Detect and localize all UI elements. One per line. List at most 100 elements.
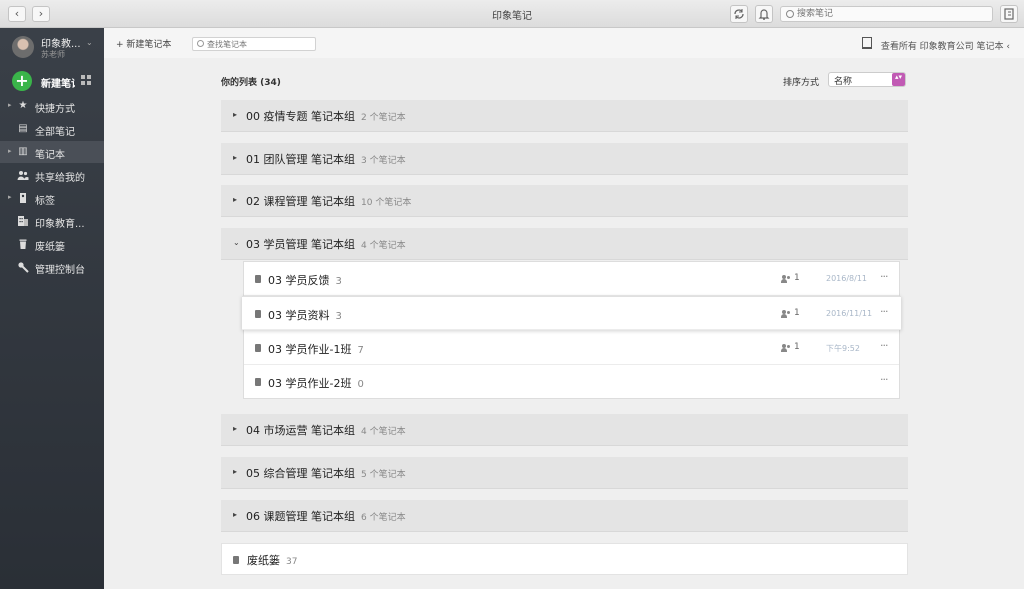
sync-button[interactable] <box>730 5 748 23</box>
people-icon <box>781 310 791 318</box>
building-icon <box>17 215 29 227</box>
stack-name: 02 课程管理 笔记本组 10 个笔记本 <box>246 195 412 208</box>
stack-count: 10 个笔记本 <box>361 198 412 208</box>
notebook-count: 7 <box>357 345 364 356</box>
notebook-row[interactable]: 03 学员反馈 3 1 2016/8/11 ··· <box>244 262 899 296</box>
stack-name: 05 综合管理 笔记本组 5 个笔记本 <box>246 467 406 480</box>
sidebar-item-label: 共享给我的 <box>35 173 85 184</box>
notebook-icon <box>255 378 261 386</box>
view-all-link[interactable]: 查看所有 印象教育公司 笔记本 ‹ <box>881 39 1010 52</box>
sidebar-item-shared[interactable]: 共享给我的 <box>0 164 104 186</box>
stack-name: 06 课题管理 笔记本组 6 个笔记本 <box>246 510 406 523</box>
sidebar-item-notebooks[interactable]: ▸ ▥ 笔记本 <box>0 141 104 163</box>
caret-right-icon[interactable]: ▸ <box>8 101 12 109</box>
avatar[interactable] <box>12 36 34 58</box>
notebook-name: 03 学员反馈 3 <box>268 274 342 287</box>
people-icon <box>17 169 29 181</box>
stack-count: 3 个笔记本 <box>361 156 406 166</box>
notebook-row[interactable]: 03 学员作业-2班 0 ··· <box>244 365 899 399</box>
more-icon[interactable]: ··· <box>880 373 888 386</box>
notebook-row[interactable]: 03 学员作业-1班 7 1 下午9:52 ··· <box>244 331 899 365</box>
sidebar-item-label: 快捷方式 <box>35 104 75 115</box>
sidebar-item-shortcuts[interactable]: ▸ ★ 快捷方式 <box>0 95 104 117</box>
sidebar-item-trash[interactable]: 废纸篓 <box>0 233 104 255</box>
sidebar-item-label: 废纸篓 <box>35 242 65 253</box>
bell-icon <box>758 9 770 20</box>
sidebar: 印象教... 苏老师 ⌄ + 新建笔记 ▸ ★ 快捷方式 ▤ 全部笔记 ▸ ▥ … <box>0 28 104 589</box>
trash-icon <box>17 238 29 250</box>
stack-count: 4 个笔记本 <box>361 241 406 251</box>
notebook-date: 下午9:52 <box>826 344 860 353</box>
notebook-name: 03 学员作业-1班 7 <box>268 343 364 356</box>
notebook-date: 2016/8/11 <box>826 274 868 283</box>
wrench-icon <box>17 261 29 273</box>
notebook-icon: ▥ <box>18 146 28 157</box>
caret-right-icon[interactable]: ▸ <box>8 147 12 155</box>
account-menu-button[interactable] <box>1000 5 1018 23</box>
stack-name: 04 市场运营 笔记本组 4 个笔记本 <box>246 424 406 437</box>
note-search[interactable] <box>780 6 993 22</box>
sidebar-item-tags[interactable]: ▸ 标签 <box>0 187 104 209</box>
more-icon[interactable]: ··· <box>880 270 888 283</box>
trash-name: 废纸篓 37 <box>247 554 298 567</box>
notebook-stack[interactable]: ▸ 01 团队管理 笔记本组 3 个笔记本 <box>221 143 908 175</box>
stack-name: 03 学员管理 笔记本组 4 个笔记本 <box>246 238 406 251</box>
caret-right-icon[interactable]: ▸ <box>233 110 237 119</box>
star-icon: ★ <box>18 100 28 111</box>
chevron-down-icon[interactable]: ⌄ <box>86 38 93 47</box>
notebook-date: 2016/11/11 <box>826 309 873 318</box>
stack-count: 4 个笔记本 <box>361 427 406 437</box>
notebook-stack[interactable]: ▸ 00 疫情专题 笔记本组 2 个笔记本 <box>221 100 908 132</box>
notebook-icon <box>255 344 261 352</box>
notebook-stack-expanded[interactable]: ⌄ 03 学员管理 笔记本组 4 个笔记本 <box>221 228 908 260</box>
list-header: 你的列表 (34) <box>221 78 281 88</box>
notebook-stack[interactable]: ▸ 02 课程管理 笔记本组 10 个笔记本 <box>221 185 908 217</box>
notebook-list: 03 学员反馈 3 1 2016/8/11 ··· 03 学员资料 3 1 2016… <box>242 261 901 399</box>
search-input[interactable] <box>797 8 987 20</box>
notification-button[interactable] <box>755 5 773 23</box>
note-icon: ▤ <box>18 123 28 134</box>
share-count: 1 <box>794 273 800 283</box>
more-icon[interactable]: ··· <box>880 339 888 352</box>
notebook-count: 0 <box>357 379 364 390</box>
stack-count: 6 个笔记本 <box>361 513 406 523</box>
notebook-search[interactable] <box>192 37 316 51</box>
sort-label: 排序方式 <box>783 78 820 88</box>
account-subtitle: 苏老师 <box>41 50 65 59</box>
new-note-button[interactable]: 新建笔记 <box>41 75 75 90</box>
caret-right-icon[interactable]: ▸ <box>233 153 237 162</box>
find-notebook-input[interactable] <box>207 38 313 50</box>
sidebar-item-label: 标签 <box>35 196 55 207</box>
caret-right-icon[interactable]: ▸ <box>233 424 237 433</box>
sidebar-item-label: 全部笔记 <box>35 127 75 138</box>
sort-select[interactable]: 名称 ▴▾ <box>828 72 906 87</box>
sidebar-item-label: 管理控制台 <box>35 265 85 276</box>
notebook-name: 03 学员作业-2班 0 <box>268 377 364 390</box>
new-note-plus-icon[interactable]: + <box>12 71 32 91</box>
notebook-row[interactable]: 03 学员资料 3 1 2016/11/11 ··· <box>242 296 901 330</box>
caret-right-icon[interactable]: ▸ <box>233 510 237 519</box>
notebook-stack[interactable]: ▸ 06 课题管理 笔记本组 6 个笔记本 <box>221 500 908 532</box>
stack-count: 2 个笔记本 <box>361 113 406 123</box>
sync-icon <box>734 9 744 19</box>
stack-count: 5 个笔记本 <box>361 470 406 480</box>
sidebar-item-label: 印象教育... <box>35 219 85 230</box>
sidebar-item-all-notes[interactable]: ▤ 全部笔记 <box>0 118 104 140</box>
new-notebook-button[interactable]: + 新建笔记本 <box>116 37 171 51</box>
chevron-down-icon[interactable]: ⌄ <box>233 238 240 247</box>
sidebar-item-admin-console[interactable]: 管理控制台 <box>0 256 104 278</box>
more-icon[interactable]: ··· <box>880 305 888 318</box>
notebook-stack[interactable]: ▸ 05 综合管理 笔记本组 5 个笔记本 <box>221 457 908 489</box>
caret-right-icon[interactable]: ▸ <box>8 193 12 201</box>
grid-icon[interactable] <box>81 75 91 85</box>
trash-icon <box>233 556 239 564</box>
caret-right-icon[interactable]: ▸ <box>233 467 237 476</box>
account-name[interactable]: 印象教... <box>41 35 81 50</box>
select-arrows-icon: ▴▾ <box>892 73 905 86</box>
notebook-icon <box>255 310 261 318</box>
trash-notebook-row[interactable]: 废纸篓 37 <box>221 543 908 575</box>
sidebar-item-business[interactable]: 印象教育... <box>0 210 104 232</box>
notebook-count: 3 <box>335 276 342 287</box>
notebook-stack[interactable]: ▸ 04 市场运营 笔记本组 4 个笔记本 <box>221 414 908 446</box>
caret-right-icon[interactable]: ▸ <box>233 195 237 204</box>
